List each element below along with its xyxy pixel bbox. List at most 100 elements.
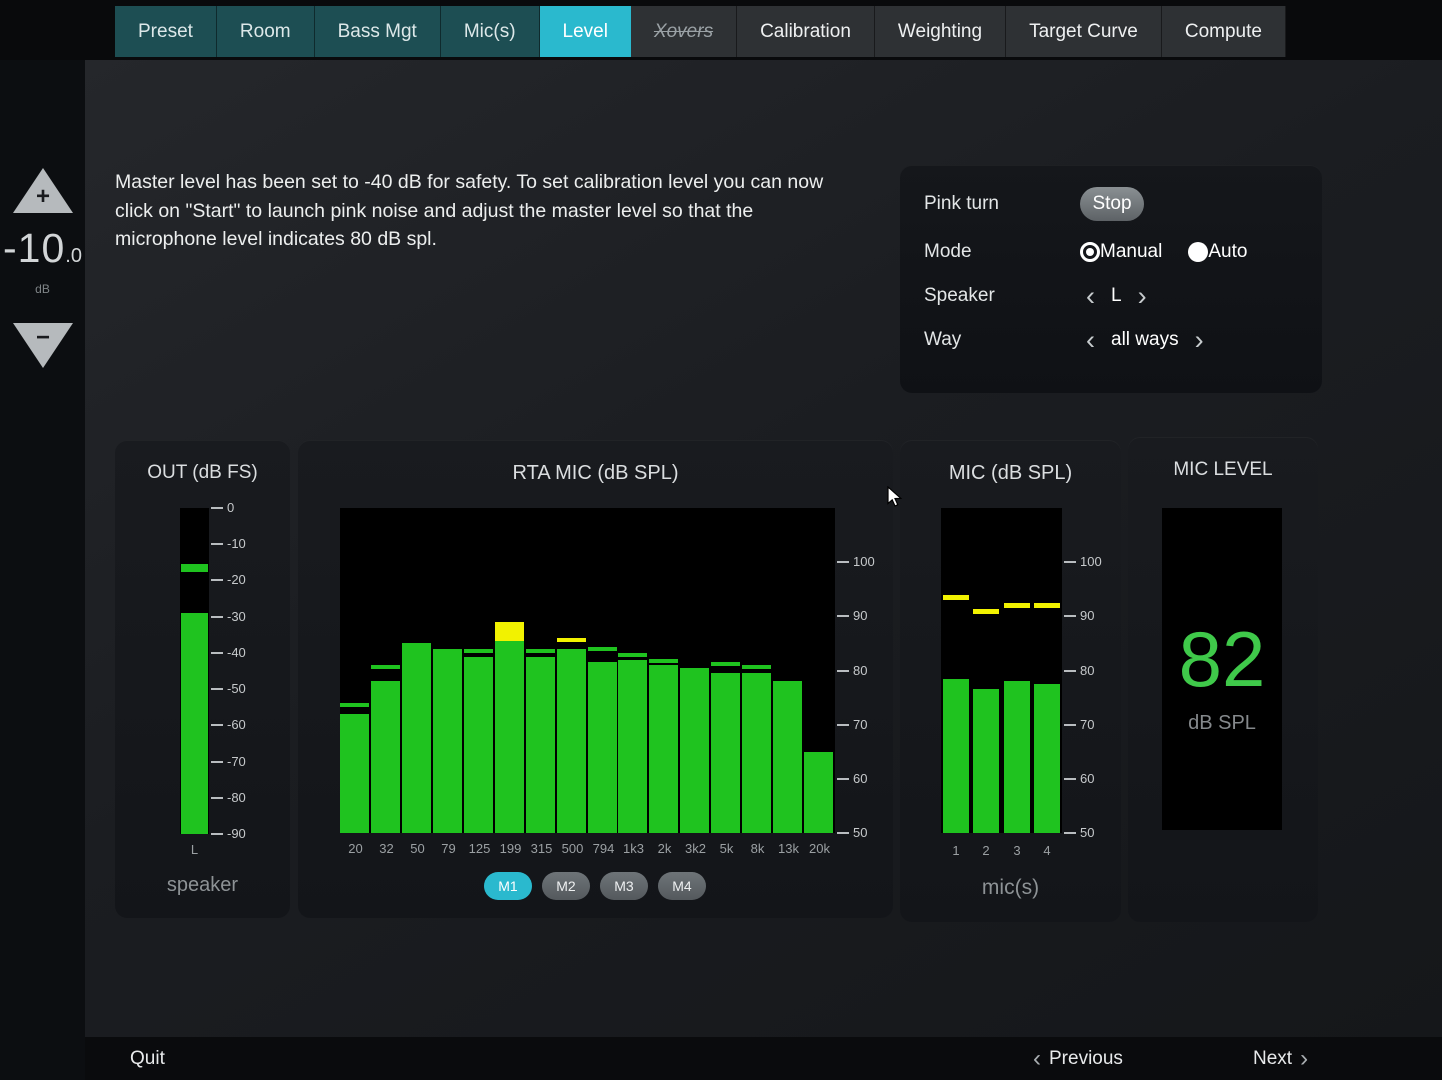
instruction-text: Master level has been set to -40 dB for …: [115, 168, 860, 254]
rta-panel: RTA MIC (dB SPL) M1M2M3M4 20325079125199…: [298, 440, 893, 918]
mic-level-value: 82: [1162, 620, 1282, 698]
scale-tick: [211, 833, 223, 835]
scale-tick-label: 90: [853, 608, 867, 624]
scale-tick: [1064, 778, 1076, 780]
scale-tick: [211, 688, 223, 690]
tab-target-curve[interactable]: Target Curve: [1006, 6, 1162, 57]
scale-tick: [837, 670, 849, 672]
mic-level-unit: dB SPL: [1162, 712, 1282, 735]
rta-band-peak: [340, 703, 369, 707]
volume-down-button[interactable]: −: [13, 323, 73, 368]
mic-level-display: 82 dB SPL: [1162, 508, 1282, 830]
mic-number-label: 1: [941, 843, 971, 858]
scale-tick-label: -70: [227, 754, 246, 770]
mic-level-title: MIC LEVEL: [1128, 459, 1318, 481]
scale-tick: [211, 652, 223, 654]
scale-tick-label: -50: [227, 681, 246, 697]
scale-tick-label: 50: [853, 825, 867, 841]
speaker-value: L: [1101, 285, 1132, 307]
rta-frequency-label: 13k: [773, 841, 804, 856]
tab-calibration[interactable]: Calibration: [737, 6, 875, 57]
mode-label: Mode: [924, 241, 1080, 263]
rta-frequency-label: 20k: [804, 841, 835, 856]
mode-option-label: Auto: [1208, 241, 1247, 263]
rta-band-bar: [433, 649, 462, 833]
tab-room[interactable]: Room: [217, 6, 315, 57]
rta-band-bar: [742, 673, 771, 833]
stop-button[interactable]: Stop: [1080, 187, 1144, 221]
rta-band-peak: [618, 653, 647, 657]
mic-button-m3[interactable]: M3: [600, 872, 648, 900]
rta-band-bar: [371, 681, 400, 833]
rta-frequency-label: 2k: [649, 841, 680, 856]
rta-spectrum-chart: [340, 508, 835, 833]
scale-tick: [211, 616, 223, 618]
speaker-label: Speaker: [924, 285, 1080, 307]
out-caption: speaker: [115, 874, 290, 897]
mode-radio-manual[interactable]: Manual: [1080, 241, 1162, 263]
mode-radio-group: Manual Auto: [1080, 241, 1247, 263]
rta-band-bar: [680, 668, 709, 833]
way-next-button[interactable]: ›: [1189, 327, 1210, 354]
chevron-left-icon: ‹: [1025, 1047, 1049, 1071]
mode-radio-auto[interactable]: Auto: [1188, 241, 1247, 263]
way-prev-button[interactable]: ‹: [1080, 327, 1101, 354]
rta-band-peak: [649, 659, 678, 663]
master-volume-value: -10.0: [0, 225, 85, 272]
plus-icon: +: [13, 185, 73, 209]
next-button[interactable]: Next ›: [1253, 1037, 1316, 1080]
scale-tick: [1064, 670, 1076, 672]
scale-tick: [1064, 561, 1076, 563]
rta-frequency-label: 794: [588, 841, 619, 856]
mic-meter-bar: [1004, 681, 1030, 833]
tab-compute[interactable]: Compute: [1162, 6, 1286, 57]
master-volume-unit: dB: [0, 282, 85, 296]
mic-meter-bar: [1034, 684, 1060, 833]
scale-tick-label: -40: [227, 645, 246, 661]
radio-selected-icon: [1080, 242, 1100, 262]
scale-tick-label: 60: [1080, 771, 1094, 787]
tab-xovers[interactable]: Xovers: [631, 6, 737, 57]
rta-frequency-label: 20: [340, 841, 371, 856]
volume-up-button[interactable]: +: [13, 168, 73, 213]
rta-band-bar: [618, 660, 647, 833]
scale-tick-label: 70: [853, 717, 867, 733]
rta-frequency-label: 32: [371, 841, 402, 856]
quit-button[interactable]: Quit: [130, 1037, 165, 1080]
speaker-next-button[interactable]: ›: [1132, 283, 1153, 310]
mic-button-m2[interactable]: M2: [542, 872, 590, 900]
main-content: Master level has been set to -40 dB for …: [85, 60, 1442, 1037]
tab-mic-s[interactable]: Mic(s): [441, 6, 540, 57]
scale-tick-label: -90: [227, 826, 246, 842]
chevron-right-icon: ›: [1292, 1047, 1316, 1071]
mic-button-m1[interactable]: M1: [484, 872, 532, 900]
mic-meter-peak: [1034, 603, 1060, 608]
mic-button-m4[interactable]: M4: [658, 872, 706, 900]
scale-tick: [837, 615, 849, 617]
rta-frequency-label: 500: [557, 841, 588, 856]
tab-bass-mgt[interactable]: Bass Mgt: [315, 6, 441, 57]
tab-weighting[interactable]: Weighting: [875, 6, 1006, 57]
tab-preset[interactable]: Preset: [115, 6, 217, 57]
previous-button[interactable]: ‹ Previous: [1025, 1037, 1123, 1080]
rta-frequency-label: 3k2: [680, 841, 711, 856]
mic-meter-bar: [943, 679, 969, 833]
rta-band-peak: [371, 665, 400, 669]
scale-tick: [1064, 615, 1076, 617]
rta-band-peak: [464, 649, 493, 653]
rta-band-bar: [773, 681, 802, 833]
rta-band-peak: [588, 647, 617, 651]
mic-meter-peak: [973, 609, 999, 614]
tab-level[interactable]: Level: [540, 6, 631, 57]
scale-tick-label: -20: [227, 572, 246, 588]
speaker-prev-button[interactable]: ‹: [1080, 283, 1101, 310]
rta-band-peak: [495, 622, 524, 641]
scale-tick-label: -30: [227, 609, 246, 625]
rta-band-bar: [526, 657, 555, 833]
scale-tick: [211, 724, 223, 726]
rta-frequency-label: 199: [495, 841, 526, 856]
mic-level-meters: [941, 508, 1062, 833]
scale-tick-label: 90: [1080, 608, 1094, 624]
rta-frequency-label: 5k: [711, 841, 742, 856]
mic-select-buttons: M1 M2 M3 M4: [484, 872, 706, 900]
